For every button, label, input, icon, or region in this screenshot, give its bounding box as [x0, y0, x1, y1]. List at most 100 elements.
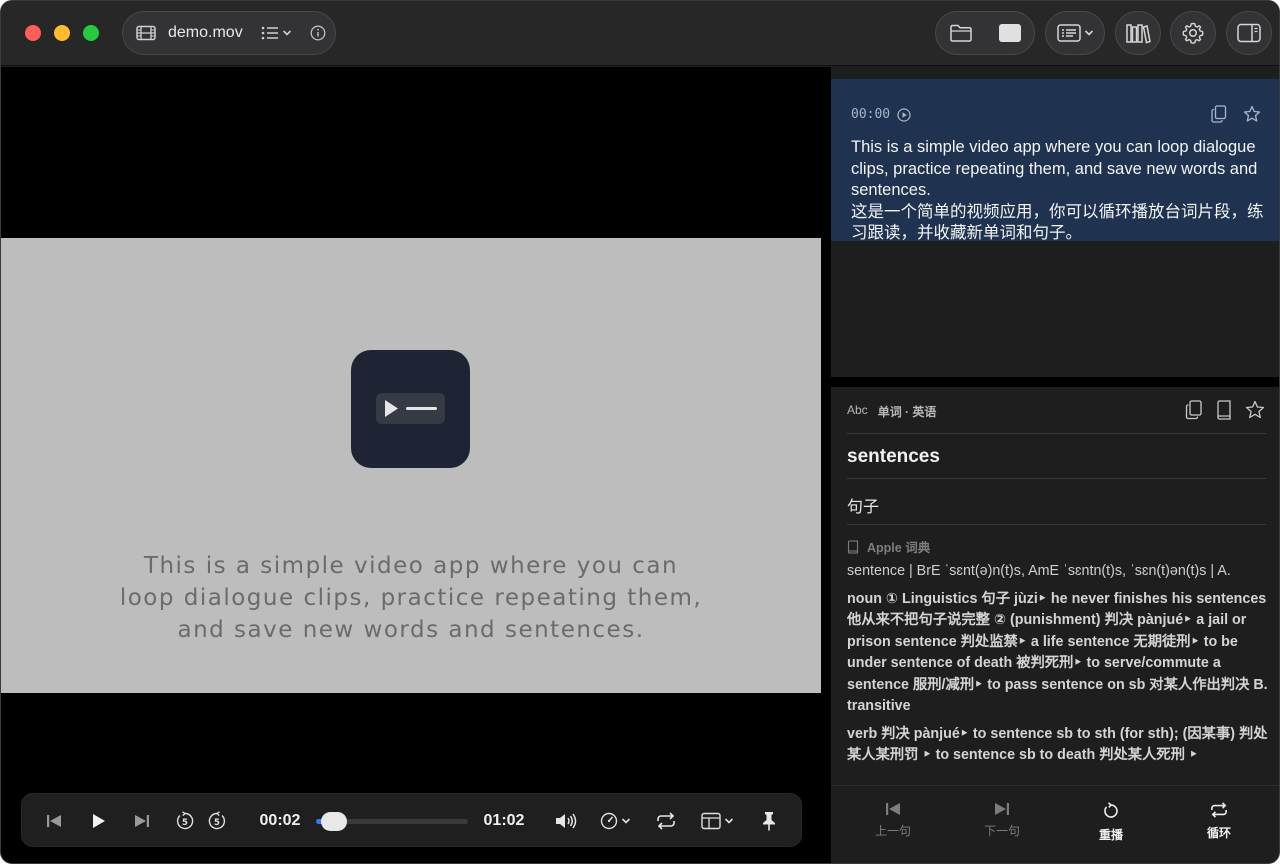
- next-sentence-label: 下一句: [983, 824, 1020, 838]
- chevron-down-icon: [621, 818, 630, 824]
- info-button[interactable]: [310, 25, 326, 41]
- dictionary-source: Apple 词典: [847, 537, 930, 556]
- replay-icon: [1104, 802, 1118, 818]
- play-button[interactable]: [84, 794, 114, 848]
- next-sentence-button[interactable]: 下一句: [962, 802, 1042, 839]
- dictionary-footer: 上一句 下一句 重播 循环: [831, 785, 1279, 863]
- title-bar: demo.mov: [1, 1, 1279, 66]
- open-folder-button[interactable]: [949, 23, 973, 43]
- rewind-5-button[interactable]: 5: [173, 794, 197, 848]
- subtitle-display-menu-button[interactable]: [1045, 11, 1105, 55]
- window-mode-button[interactable]: [998, 23, 1022, 43]
- play-dash-icon: [376, 393, 445, 424]
- definition-verb: verb 判决 pànjué‣ to sentence sb to sth (f…: [847, 725, 1268, 764]
- window-icon: [998, 24, 1021, 42]
- loop-sentence-button[interactable]: 循环: [1179, 802, 1259, 841]
- rewind-5-icon: 5: [176, 811, 194, 830]
- svg-text:5: 5: [182, 818, 188, 828]
- dictionary-definition[interactable]: sentence | BrE ˈsɛnt(ə)n(t)s, AmE ˈsɛntn…: [847, 561, 1269, 771]
- add-to-wordbook-button[interactable]: [1215, 400, 1233, 420]
- favorite-subtitle-button[interactable]: [1243, 105, 1261, 123]
- file-name: demo.mov: [168, 24, 243, 41]
- previous-sentence-label: 上一句: [874, 824, 911, 838]
- dictionary-header: Abc 单词 · 英语: [847, 403, 936, 420]
- dictionary-word: sentences: [847, 446, 940, 467]
- subtitle-panel: 00:00 This is a simple video app where y…: [831, 67, 1279, 377]
- chevron-down-icon: [724, 818, 733, 824]
- copy-subtitle-button[interactable]: [1211, 105, 1227, 123]
- folder-icon: [949, 24, 972, 42]
- video-frame[interactable]: This is a simple video app where you can…: [1, 238, 821, 693]
- sidebar-icon: [1237, 23, 1261, 43]
- star-icon: [1243, 105, 1261, 122]
- previous-sentence-button[interactable]: 上一句: [853, 802, 933, 839]
- video-caption: This is a simple video app where you can…: [119, 553, 703, 643]
- speaker-icon: [556, 813, 577, 829]
- library-button[interactable]: [1115, 11, 1161, 55]
- close-window-button[interactable]: [25, 25, 41, 41]
- skip-forward-icon: [995, 803, 1009, 815]
- loop-toggle-button[interactable]: [652, 794, 680, 848]
- divider: [847, 433, 1266, 434]
- word-translation: 句子: [847, 499, 880, 516]
- loop-label: 循环: [1206, 826, 1231, 840]
- chevron-down-icon: [1084, 30, 1093, 36]
- subtitle-text-en: This is a simple video app where you can…: [851, 138, 1258, 199]
- subtitle-timestamp[interactable]: 00:00: [851, 107, 911, 122]
- skip-forward-icon: [135, 815, 149, 827]
- play-circle-icon: [897, 107, 911, 122]
- list-icon: [261, 26, 279, 40]
- play-icon: [93, 814, 105, 828]
- divider: [847, 478, 1266, 479]
- book-icon: [1217, 400, 1231, 420]
- books-icon: [1126, 24, 1151, 44]
- subtitle-timestamp-text: 00:00: [851, 107, 891, 122]
- abc-label: Abc: [847, 403, 868, 417]
- zoom-window-button[interactable]: [83, 25, 99, 41]
- pin-button[interactable]: [756, 794, 782, 848]
- minimize-window-button[interactable]: [54, 25, 70, 41]
- video-player[interactable]: This is a simple video app where you can…: [1, 67, 829, 863]
- pronunciation: sentence | BrE ˈsɛnt(ə)n(t)s, AmE ˈsɛntn…: [847, 563, 1231, 579]
- layout-icon: [700, 812, 721, 830]
- film-icon: [136, 25, 156, 41]
- subtitle-list-icon: [1056, 24, 1081, 42]
- file-pill: demo.mov: [122, 11, 336, 55]
- star-icon: [1245, 400, 1265, 419]
- forward-5-icon: 5: [208, 811, 226, 830]
- copy-icon: [1185, 400, 1202, 420]
- repeat-icon: [657, 812, 675, 830]
- duration: 01:02: [483, 812, 525, 829]
- app-logo: [351, 350, 470, 468]
- favorite-word-button[interactable]: [1245, 400, 1265, 420]
- settings-button[interactable]: [1170, 11, 1216, 55]
- progress-knob[interactable]: [321, 812, 347, 831]
- repeat-icon: [1211, 802, 1227, 818]
- subtitle-text[interactable]: This is a simple video app where you can…: [851, 137, 1266, 245]
- split-divider-horizontal[interactable]: [831, 377, 1279, 387]
- subtitle-item-active[interactable]: 00:00 This is a simple video app where y…: [831, 79, 1279, 242]
- copy-word-button[interactable]: [1185, 400, 1203, 420]
- divider: [847, 524, 1266, 525]
- next-track-button[interactable]: [128, 794, 156, 848]
- skip-back-icon: [886, 803, 900, 815]
- gear-icon: [1182, 22, 1204, 44]
- skip-back-icon: [47, 815, 61, 827]
- info-icon: [310, 25, 326, 41]
- forward-5-button[interactable]: 5: [205, 794, 229, 848]
- replay-sentence-button[interactable]: 重播: [1071, 802, 1151, 843]
- pin-icon: [763, 812, 775, 831]
- speedometer-icon: [600, 812, 617, 830]
- subtitle-text-zh: 这是一个简单的视频应用，你可以循环播放台词片段，练习跟读，并收藏新单词和句子。: [851, 202, 1264, 243]
- current-time: 00:02: [259, 812, 301, 829]
- dictionary-header-label: 单词 · 英语: [877, 405, 937, 419]
- copy-icon: [1211, 105, 1227, 123]
- subtitle-list-menu-button[interactable]: [261, 26, 292, 40]
- layout-menu-button[interactable]: [697, 794, 737, 848]
- toggle-sidebar-button[interactable]: [1226, 11, 1272, 55]
- previous-track-button[interactable]: [40, 794, 68, 848]
- playback-speed-menu[interactable]: [596, 794, 634, 848]
- progress-slider[interactable]: [316, 812, 468, 831]
- dictionary-source-label: Apple 词典: [867, 541, 931, 555]
- volume-button[interactable]: [552, 794, 580, 848]
